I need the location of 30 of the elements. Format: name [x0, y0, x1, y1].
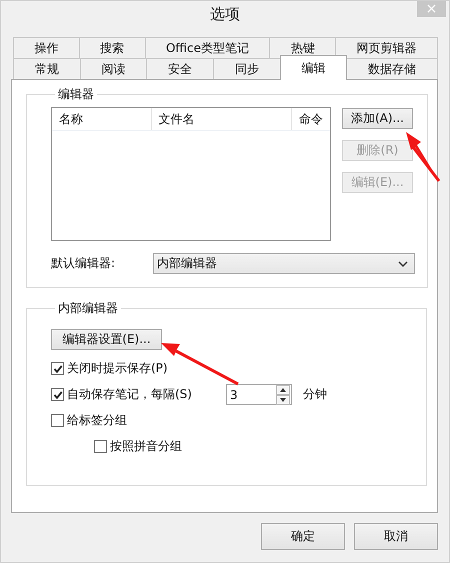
editor-settings-button[interactable]: 编辑器设置(E)...	[51, 329, 162, 350]
group-title: 编辑器	[57, 86, 95, 103]
chevron-down-icon	[398, 260, 408, 266]
checkbox-label[interactable]: 给标签分组	[67, 412, 127, 429]
field-label: 默认编辑器:	[51, 255, 116, 272]
window-title: 选项	[210, 4, 240, 24]
tab[interactable]: 网页剪辑器	[335, 37, 438, 58]
checkbox-label[interactable]: 自动保存笔记，每隔(S)	[67, 386, 192, 403]
default-editor-dropdown[interactable]: 内部编辑器	[153, 253, 415, 274]
number-spinner[interactable]: 3	[226, 384, 292, 405]
column-header[interactable]: 名称	[52, 108, 152, 130]
column-header[interactable]: 文件名	[152, 108, 292, 130]
checkbox-label[interactable]: 按照拼音分组	[110, 438, 182, 455]
tab[interactable]: 常规	[13, 58, 81, 79]
checkbox[interactable]	[94, 440, 107, 453]
tab[interactable]: 操作	[13, 37, 80, 58]
checkbox-label[interactable]: 关闭时提示保存(P)	[67, 360, 168, 377]
checkbox[interactable]	[51, 388, 64, 401]
dialog-button[interactable]: 取消	[354, 523, 438, 550]
checkbox[interactable]	[51, 362, 64, 375]
tab[interactable]: 编辑	[280, 55, 348, 80]
dialog-button[interactable]: 确定	[261, 523, 345, 550]
tab[interactable]: 数据存储	[346, 58, 438, 79]
column-header[interactable]: 命令	[292, 108, 330, 130]
group-title: 内部编辑器	[57, 300, 119, 317]
unit-label: 分钟	[302, 386, 327, 403]
editor-list[interactable]: 名称 文件名 命令	[51, 107, 331, 241]
checkbox[interactable]	[51, 414, 64, 427]
arrow	[406, 132, 440, 182]
button[interactable]: 添加(A)...	[342, 108, 413, 129]
